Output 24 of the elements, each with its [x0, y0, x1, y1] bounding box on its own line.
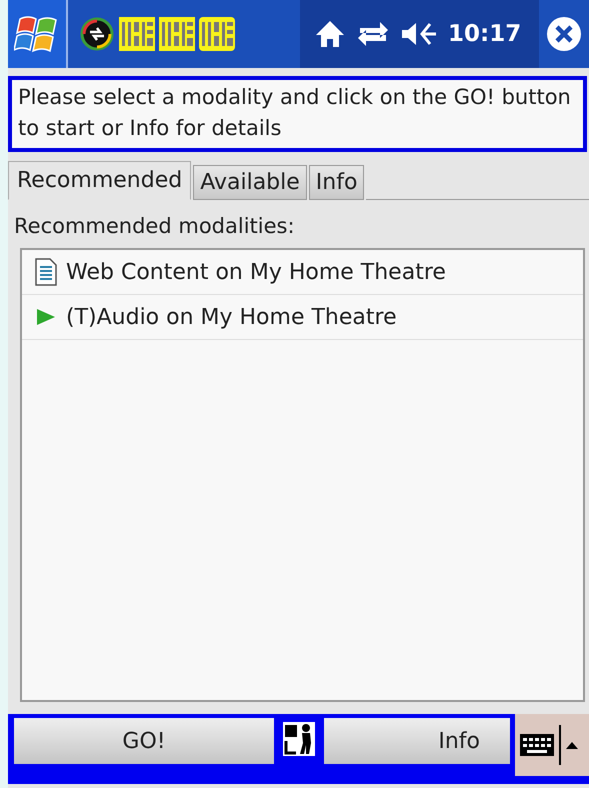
list-label: Recommended modalities:: [13, 213, 296, 240]
connection-arrows-icon[interactable]: [356, 20, 390, 48]
keyboard-icon[interactable]: [519, 732, 555, 758]
app-tray-icon[interactable]: [198, 16, 236, 52]
tab[interactable]: Info: [308, 165, 364, 200]
start-button[interactable]: [8, 0, 68, 68]
app-tray-icon[interactable]: [158, 16, 196, 52]
close-icon[interactable]: [545, 15, 583, 53]
list-item[interactable]: Web Content on My Home Theatre: [66, 260, 446, 284]
go-button[interactable]: GO!: [14, 718, 274, 764]
modality-list[interactable]: Web Content on My Home Theatre (T)Audio on My Home Theatre: [20, 248, 585, 702]
figure-icon[interactable]: [282, 721, 316, 757]
info-button[interactable]: Info: [324, 718, 510, 764]
tab[interactable]: Recommended: [8, 161, 192, 200]
up-caret-icon[interactable]: [565, 740, 579, 750]
app-tray-icon[interactable]: [118, 16, 156, 52]
message-box: Please select a modality and click on the GO! button to start or Info for details: [8, 76, 587, 152]
document-icon: [34, 257, 58, 287]
sync-icon[interactable]: [80, 17, 114, 51]
clock-time[interactable]: 10:17: [448, 21, 522, 47]
home-icon[interactable]: [314, 19, 346, 49]
speaker-icon[interactable]: [400, 20, 438, 48]
list-item[interactable]: (T)Audio on My Home Theatre: [66, 304, 397, 330]
tab[interactable]: Available: [193, 165, 307, 200]
